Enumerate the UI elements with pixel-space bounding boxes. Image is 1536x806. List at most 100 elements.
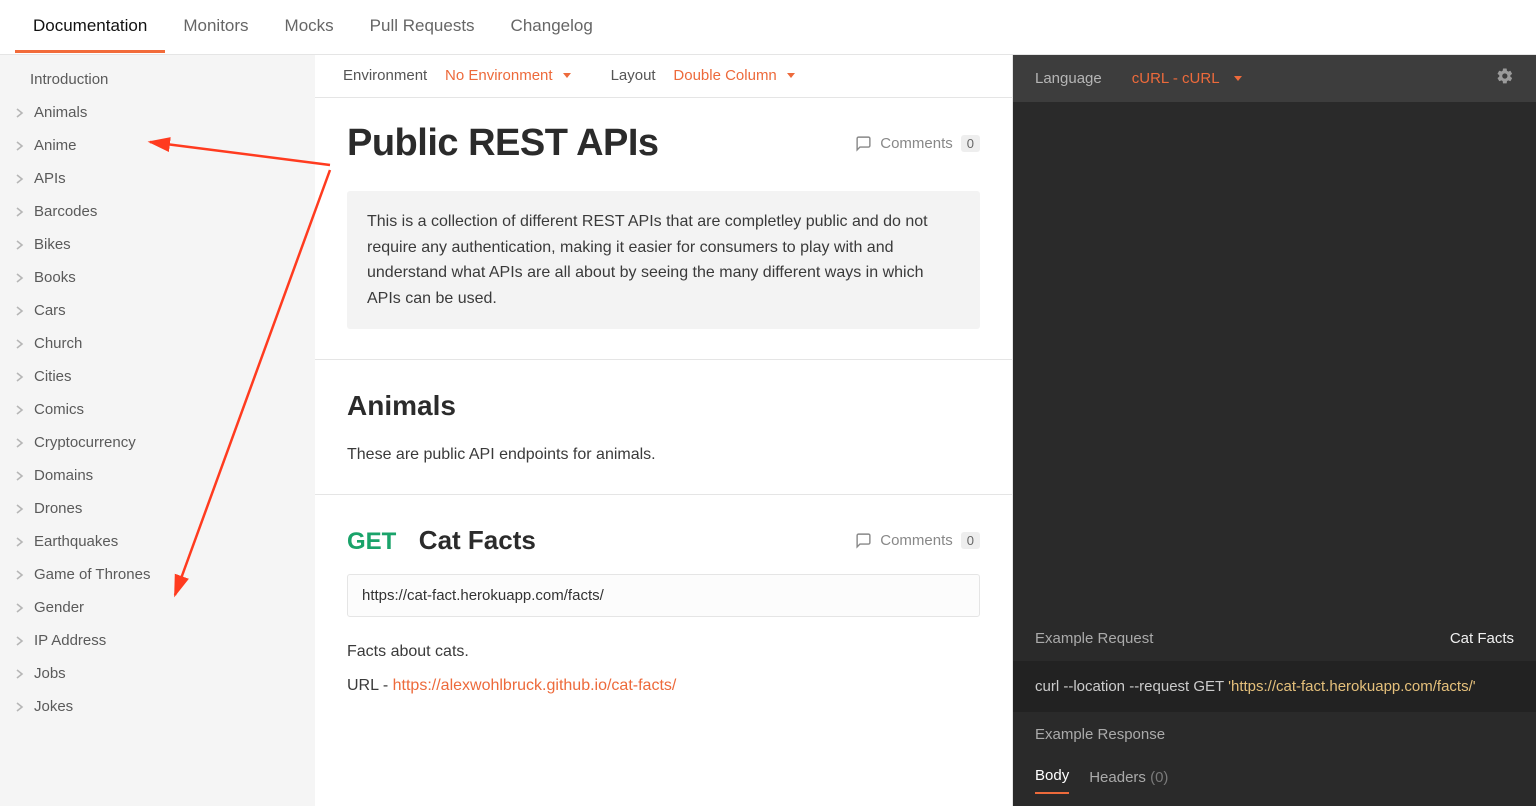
chevron-right-icon [16,207,24,217]
tab-documentation[interactable]: Documentation [15,2,165,53]
sidebar-item[interactable]: Jobs [0,657,315,690]
doc-toolbar: Environment No Environment Layout Double… [315,55,1012,98]
section-desc: These are public API endpoints for anima… [347,446,980,464]
language-select[interactable]: cURL - cURL [1132,70,1242,87]
sidebar-item-label: Cities [34,368,72,385]
sidebar-item-label: Jokes [34,698,73,715]
caret-down-icon [1234,76,1242,81]
comment-icon [855,135,872,152]
section-heading: Animals [347,390,980,422]
endpoint-desc: Facts about cats. [347,643,980,661]
environment-select[interactable]: No Environment [445,67,571,84]
sidebar-item[interactable]: Drones [0,492,315,525]
caret-down-icon [787,73,795,78]
sidebar-item[interactable]: Cities [0,360,315,393]
sidebar-item-label: Comics [34,401,84,418]
chevron-right-icon [16,438,24,448]
chevron-right-icon [16,603,24,613]
sidebar-item[interactable]: Cars [0,294,315,327]
sidebar-item[interactable]: APIs [0,162,315,195]
http-method: GET [347,528,396,555]
sidebar-item[interactable]: Cryptocurrency [0,426,315,459]
tab-mocks[interactable]: Mocks [267,2,352,53]
comment-icon [855,532,872,549]
sidebar-item-label: Introduction [30,71,108,88]
divider [315,359,1012,360]
comments-button[interactable]: Comments 0 [855,135,980,152]
code-block[interactable]: curl --location --request GET 'https://c… [1013,661,1536,712]
example-response-label: Example Response [1013,712,1536,757]
page-title: Public REST APIs [347,122,659,165]
tab-monitors[interactable]: Monitors [165,2,266,53]
response-tab-headers[interactable]: Headers (0) [1089,769,1168,794]
tab-pull-requests[interactable]: Pull Requests [352,2,493,53]
sidebar-item[interactable]: Jokes [0,690,315,723]
tab-changelog[interactable]: Changelog [493,2,611,53]
intro-block: This is a collection of different REST A… [347,191,980,329]
sidebar-item-label: Gender [34,599,84,616]
sidebar-item-label: Bikes [34,236,71,253]
response-tab-body[interactable]: Body [1035,767,1069,794]
sidebar-item[interactable]: Church [0,327,315,360]
sidebar-item-label: Cryptocurrency [34,434,136,451]
settings-icon[interactable] [1496,67,1514,90]
layout-value: Double Column [673,67,776,84]
example-request-label: Example Request [1035,630,1153,647]
layout-label: Layout [611,67,656,84]
chevron-right-icon [16,669,24,679]
endpoint-url-line: URL - https://alexwohlbruck.github.io/ca… [347,677,980,695]
divider [315,494,1012,495]
chevron-right-icon [16,537,24,547]
chevron-right-icon [16,405,24,415]
sidebar-item[interactable]: Domains [0,459,315,492]
language-value: cURL - cURL [1132,70,1220,87]
endpoint-doc-link[interactable]: https://alexwohlbruck.github.io/cat-fact… [393,677,677,694]
top-tabs: Documentation Monitors Mocks Pull Reques… [0,0,1536,55]
chevron-right-icon [16,702,24,712]
sidebar-item-label: Domains [34,467,93,484]
comments-label: Comments [880,532,953,549]
sidebar-item[interactable]: Bikes [0,228,315,261]
sidebar-item[interactable]: Books [0,261,315,294]
chevron-right-icon [16,141,24,151]
chevron-right-icon [16,570,24,580]
sidebar-item-label: Cars [34,302,66,319]
sidebar-item-introduction[interactable]: Introduction [0,63,315,96]
endpoint-title: Cat Facts [419,525,536,555]
sidebar-item-label: Anime [34,137,77,154]
sidebar-item[interactable]: IP Address [0,624,315,657]
endpoint-comments-button[interactable]: Comments 0 [855,532,980,549]
chevron-right-icon [16,108,24,118]
main-column: Environment No Environment Layout Double… [315,55,1013,806]
sidebar-item[interactable]: Anime [0,129,315,162]
sidebar-item[interactable]: Gender [0,591,315,624]
comments-count: 0 [961,135,980,152]
sidebar-item[interactable]: Earthquakes [0,525,315,558]
layout-select[interactable]: Double Column [673,67,794,84]
sidebar-item-label: Barcodes [34,203,97,220]
code-panel: Language cURL - cURL Example Request Cat… [1013,55,1536,806]
language-label: Language [1035,70,1102,87]
sidebar-item-label: Game of Thrones [34,566,150,583]
environment-value: No Environment [445,67,553,84]
chevron-right-icon [16,306,24,316]
endpoint-url[interactable]: https://cat-fact.herokuapp.com/facts/ [347,574,980,617]
sidebar-item-label: Books [34,269,76,286]
sidebar-item[interactable]: Comics [0,393,315,426]
sidebar-item-label: Animals [34,104,87,121]
chevron-right-icon [16,504,24,514]
caret-down-icon [563,73,571,78]
sidebar-item-label: APIs [34,170,66,187]
sidebar-item-label: IP Address [34,632,106,649]
sidebar-item[interactable]: Game of Thrones [0,558,315,591]
sidebar-item-label: Church [34,335,82,352]
chevron-right-icon [16,339,24,349]
comments-label: Comments [880,135,953,152]
comments-count: 0 [961,532,980,549]
sidebar-item[interactable]: Animals [0,96,315,129]
sidebar-item[interactable]: Barcodes [0,195,315,228]
sidebar-item-label: Drones [34,500,82,517]
chevron-right-icon [16,471,24,481]
chevron-right-icon [16,240,24,250]
chevron-right-icon [16,636,24,646]
